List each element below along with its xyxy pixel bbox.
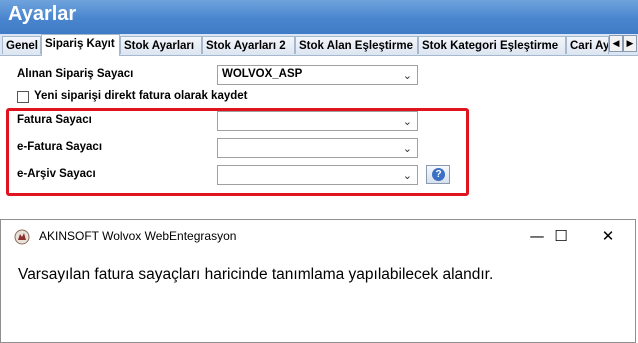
highlight-box xyxy=(6,108,469,196)
message-text: Varsayılan fatura sayaçları haricinde ta… xyxy=(18,266,494,283)
wolf-app-icon xyxy=(14,229,30,245)
message-box-title: AKINSOFT Wolvox WebEntegrasyon xyxy=(39,229,237,243)
alinan-siparis-sayaci-value: WOLVOX_ASP xyxy=(222,68,303,80)
message-box-titlebar: AKINSOFT Wolvox WebEntegrasyon — ☐ ✕ xyxy=(1,220,635,251)
alinan-siparis-sayaci-label: Alınan Sipariş Sayacı xyxy=(17,68,134,80)
tab-scroll-left-button[interactable]: ◀ xyxy=(609,35,623,52)
direkt-fatura-checkbox[interactable] xyxy=(17,91,29,103)
window-title: Ayarlar xyxy=(8,3,77,25)
close-button[interactable]: ✕ xyxy=(586,222,630,250)
tab-stok-kategori-eslestirme[interactable]: Stok Kategori Eşleştirme xyxy=(418,36,566,54)
tab-siparis-kayit[interactable]: Sipariş Kayıt xyxy=(41,34,120,56)
tab-stok-alan-eslestirme[interactable]: Stok Alan Eşleştirme xyxy=(295,36,418,54)
tab-strip: Genel Sipariş Kayıt Stok Ayarları Stok A… xyxy=(0,34,638,56)
tab-stok-ayarlari-2[interactable]: Stok Ayarları 2 xyxy=(202,36,295,54)
tab-cari-ayarlari[interactable]: Cari Ay xyxy=(566,36,609,54)
direkt-fatura-label[interactable]: Yeni siparişi direkt fatura olarak kayde… xyxy=(34,90,248,102)
window-titlebar: Ayarlar xyxy=(0,0,638,34)
tab-scroll-right-button[interactable]: ▶ xyxy=(623,35,637,52)
tab-genel[interactable]: Genel xyxy=(2,36,41,54)
tab-stok-ayarlari[interactable]: Stok Ayarları xyxy=(120,36,202,54)
tooltip-message-box: AKINSOFT Wolvox WebEntegrasyon — ☐ ✕ Var… xyxy=(0,219,636,343)
chevron-down-icon: ⌄ xyxy=(402,70,412,82)
alinan-siparis-sayaci-select[interactable]: WOLVOX_ASP ⌄ xyxy=(217,65,418,85)
maximize-button[interactable]: ☐ xyxy=(539,222,583,250)
